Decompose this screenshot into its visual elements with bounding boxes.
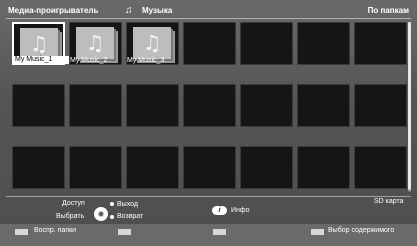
remote-hints: Доступ Выбрать Выход Возврат i Инфо SD к… — [0, 197, 417, 224]
empty-tile — [354, 146, 407, 189]
empty-tile — [240, 146, 293, 189]
return-dot-icon — [110, 202, 114, 206]
empty-tile — [297, 84, 350, 127]
header-bar: Медиа-проигрыватель ♫ Музыка По папкам — [8, 5, 409, 18]
music-note-icon: ♫ — [29, 32, 49, 56]
select-content-label[interactable]: Выбор содержимого — [328, 227, 394, 234]
media-player-screen: Медиа-проигрыватель ♫ Музыка По папкам ♫… — [0, 0, 417, 246]
empty-tile — [297, 146, 350, 189]
folder-thumbnail: ♫ — [133, 27, 171, 59]
empty-tile — [69, 146, 122, 189]
hint-exit-label: Выход — [117, 201, 138, 208]
empty-tile — [12, 84, 65, 127]
scrollbar[interactable] — [408, 22, 411, 192]
back-dot-icon — [110, 215, 114, 219]
empty-tile — [69, 84, 122, 127]
empty-tile — [297, 22, 350, 65]
empty-tile — [240, 22, 293, 65]
section-title: Музыка — [142, 6, 173, 15]
empty-tile — [354, 84, 407, 127]
folder-grid: ♫ My Music_1 ♫ My Music_2 ♫ My Music_3 — [12, 22, 407, 192]
red-key-icon — [15, 229, 28, 235]
hint-back-label: Возврат — [117, 213, 144, 220]
hint-access-label: Доступ — [62, 200, 85, 207]
header-divider — [6, 18, 411, 19]
folder-tile-3[interactable]: ♫ My Music_3 — [126, 22, 179, 65]
folder-thumbnail: ♫ — [76, 27, 114, 59]
empty-tile — [354, 22, 407, 65]
folder-label: My Music_3 — [127, 57, 165, 64]
music-note-icon: ♫ — [142, 31, 162, 55]
empty-tile — [183, 22, 236, 65]
scrollbar-thumb[interactable] — [408, 22, 411, 190]
empty-tile — [183, 146, 236, 189]
empty-tile — [240, 84, 293, 127]
hint-info-label: Инфо — [231, 207, 250, 214]
green-key-icon — [118, 229, 131, 235]
info-icon: i — [212, 206, 227, 215]
app-title: Медиа-проигрыватель — [8, 6, 99, 15]
folder-tile-1[interactable]: ♫ My Music_1 — [12, 22, 70, 65]
music-note-icon: ♫ — [125, 5, 133, 16]
play-folder-label[interactable]: Воспр. папки — [34, 227, 76, 234]
blue-key-icon — [311, 229, 324, 235]
view-mode[interactable]: По папкам — [368, 6, 409, 15]
empty-tile — [126, 84, 179, 127]
empty-tile — [126, 146, 179, 189]
folder-label: My Music_2 — [70, 57, 108, 64]
folder-tile-2[interactable]: ♫ My Music_2 — [69, 22, 122, 65]
folder-label: My Music_1 — [14, 56, 70, 64]
hint-select-label: Выбрать — [56, 213, 85, 220]
music-note-icon: ♫ — [85, 31, 105, 55]
empty-tile — [12, 146, 65, 189]
storage-label: SD карта — [374, 198, 404, 205]
dpad-ok-icon — [94, 207, 108, 221]
yellow-key-icon — [213, 229, 226, 235]
empty-tile — [183, 84, 236, 127]
